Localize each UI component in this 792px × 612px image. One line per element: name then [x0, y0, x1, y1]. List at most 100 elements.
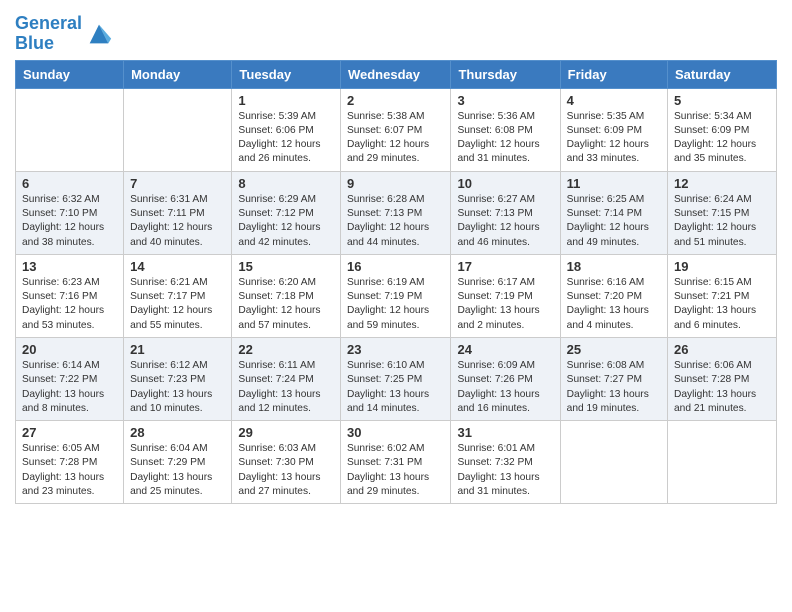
calendar-header-friday: Friday [560, 60, 667, 88]
calendar-cell: 2 Sunrise: 5:38 AM Sunset: 6:07 PM Daylig… [340, 88, 451, 171]
calendar-cell [16, 88, 124, 171]
calendar-cell: 5 Sunrise: 5:34 AM Sunset: 6:09 PM Daylig… [668, 88, 777, 171]
calendar-header-wednesday: Wednesday [340, 60, 451, 88]
day-info: Sunrise: 6:21 AM Sunset: 7:17 PM Dayligh… [130, 276, 225, 333]
day-number: 1 [238, 93, 334, 108]
day-info: Sunrise: 6:05 AM Sunset: 7:28 PM Dayligh… [22, 442, 117, 499]
day-number: 17 [457, 259, 553, 274]
day-number: 4 [567, 93, 661, 108]
day-number: 15 [238, 259, 334, 274]
calendar-cell: 30 Sunrise: 6:02 AM Sunset: 7:31 PM Dayli… [340, 421, 451, 504]
day-info: Sunrise: 5:35 AM Sunset: 6:09 PM Dayligh… [567, 110, 661, 167]
day-info: Sunrise: 6:09 AM Sunset: 7:26 PM Dayligh… [457, 359, 553, 416]
calendar-cell: 14 Sunrise: 6:21 AM Sunset: 7:17 PM Dayli… [124, 254, 232, 337]
calendar-cell: 8 Sunrise: 6:29 AM Sunset: 7:12 PM Daylig… [232, 171, 341, 254]
day-info: Sunrise: 6:23 AM Sunset: 7:16 PM Dayligh… [22, 276, 117, 333]
calendar-header-sunday: Sunday [16, 60, 124, 88]
day-info: Sunrise: 5:36 AM Sunset: 6:08 PM Dayligh… [457, 110, 553, 167]
day-info: Sunrise: 6:28 AM Sunset: 7:13 PM Dayligh… [347, 193, 445, 250]
day-number: 6 [22, 176, 117, 191]
day-number: 14 [130, 259, 225, 274]
calendar-cell: 31 Sunrise: 6:01 AM Sunset: 7:32 PM Dayli… [451, 421, 560, 504]
day-number: 30 [347, 425, 445, 440]
day-number: 12 [674, 176, 770, 191]
calendar-cell: 10Sunrise: 6:27 AM Sunset: 7:13 PM Dayli… [451, 171, 560, 254]
calendar-cell [668, 421, 777, 504]
day-number: 29 [238, 425, 334, 440]
day-info: Sunrise: 6:06 AM Sunset: 7:28 PM Dayligh… [674, 359, 770, 416]
logo: General Blue [15, 14, 113, 54]
day-info: Sunrise: 6:24 AM Sunset: 7:15 PM Dayligh… [674, 193, 770, 250]
calendar-cell: 4 Sunrise: 5:35 AM Sunset: 6:09 PM Daylig… [560, 88, 667, 171]
header: General Blue [15, 10, 777, 54]
day-info: Sunrise: 6:10 AM Sunset: 7:25 PM Dayligh… [347, 359, 445, 416]
day-number: 26 [674, 342, 770, 357]
day-number: 13 [22, 259, 117, 274]
day-info: Sunrise: 6:03 AM Sunset: 7:30 PM Dayligh… [238, 442, 334, 499]
calendar-table: SundayMondayTuesdayWednesdayThursdayFrid… [15, 60, 777, 505]
day-number: 11 [567, 176, 661, 191]
calendar-cell: 11 Sunrise: 6:25 AM Sunset: 7:14 PM Dayli… [560, 171, 667, 254]
day-info: Sunrise: 6:04 AM Sunset: 7:29 PM Dayligh… [130, 442, 225, 499]
day-info: Sunrise: 6:15 AM Sunset: 7:21 PM Dayligh… [674, 276, 770, 333]
day-number: 27 [22, 425, 117, 440]
day-info: Sunrise: 6:11 AM Sunset: 7:24 PM Dayligh… [238, 359, 334, 416]
logo-blue-text: Blue [15, 33, 54, 53]
calendar-cell: 23Sunrise: 6:10 AM Sunset: 7:25 PM Dayli… [340, 337, 451, 420]
day-info: Sunrise: 6:32 AM Sunset: 7:10 PM Dayligh… [22, 193, 117, 250]
day-number: 31 [457, 425, 553, 440]
day-info: Sunrise: 6:19 AM Sunset: 7:19 PM Dayligh… [347, 276, 445, 333]
calendar-cell: 26 Sunrise: 6:06 AM Sunset: 7:28 PM Dayli… [668, 337, 777, 420]
calendar-header-saturday: Saturday [668, 60, 777, 88]
calendar-week-4: 20 Sunrise: 6:14 AM Sunset: 7:22 PM Dayli… [16, 337, 777, 420]
logo-text: General [15, 14, 82, 34]
day-info: Sunrise: 6:14 AM Sunset: 7:22 PM Dayligh… [22, 359, 117, 416]
day-info: Sunrise: 6:16 AM Sunset: 7:20 PM Dayligh… [567, 276, 661, 333]
calendar-cell: 16 Sunrise: 6:19 AM Sunset: 7:19 PM Dayli… [340, 254, 451, 337]
day-number: 16 [347, 259, 445, 274]
calendar-cell [124, 88, 232, 171]
calendar-header-monday: Monday [124, 60, 232, 88]
calendar-cell: 24 Sunrise: 6:09 AM Sunset: 7:26 PM Dayli… [451, 337, 560, 420]
calendar-cell: 7Sunrise: 6:31 AM Sunset: 7:11 PM Daylig… [124, 171, 232, 254]
day-info: Sunrise: 6:31 AM Sunset: 7:11 PM Dayligh… [130, 193, 225, 250]
day-number: 28 [130, 425, 225, 440]
day-number: 22 [238, 342, 334, 357]
day-number: 25 [567, 342, 661, 357]
calendar-header-thursday: Thursday [451, 60, 560, 88]
day-info: Sunrise: 6:29 AM Sunset: 7:12 PM Dayligh… [238, 193, 334, 250]
day-number: 24 [457, 342, 553, 357]
calendar-header-row: SundayMondayTuesdayWednesdayThursdayFrid… [16, 60, 777, 88]
day-number: 2 [347, 93, 445, 108]
day-info: Sunrise: 6:02 AM Sunset: 7:31 PM Dayligh… [347, 442, 445, 499]
calendar-cell: 17Sunrise: 6:17 AM Sunset: 7:19 PM Dayli… [451, 254, 560, 337]
day-number: 18 [567, 259, 661, 274]
calendar-cell: 6 Sunrise: 6:32 AM Sunset: 7:10 PM Daylig… [16, 171, 124, 254]
calendar-cell: 21Sunrise: 6:12 AM Sunset: 7:23 PM Dayli… [124, 337, 232, 420]
day-number: 19 [674, 259, 770, 274]
logo-blue: Blue [15, 34, 82, 54]
day-number: 10 [457, 176, 553, 191]
day-number: 20 [22, 342, 117, 357]
calendar-cell: 18 Sunrise: 6:16 AM Sunset: 7:20 PM Dayli… [560, 254, 667, 337]
calendar-header-tuesday: Tuesday [232, 60, 341, 88]
day-number: 5 [674, 93, 770, 108]
calendar-week-1: 1 Sunrise: 5:39 AM Sunset: 6:06 PM Daylig… [16, 88, 777, 171]
day-info: Sunrise: 5:39 AM Sunset: 6:06 PM Dayligh… [238, 110, 334, 167]
day-number: 21 [130, 342, 225, 357]
day-info: Sunrise: 5:34 AM Sunset: 6:09 PM Dayligh… [674, 110, 770, 167]
day-number: 3 [457, 93, 553, 108]
page: General Blue SundayMondayTuesdayWednesda… [0, 0, 792, 519]
day-info: Sunrise: 5:38 AM Sunset: 6:07 PM Dayligh… [347, 110, 445, 167]
calendar-cell: 28 Sunrise: 6:04 AM Sunset: 7:29 PM Dayli… [124, 421, 232, 504]
day-number: 8 [238, 176, 334, 191]
calendar-cell: 3 Sunrise: 5:36 AM Sunset: 6:08 PM Daylig… [451, 88, 560, 171]
day-info: Sunrise: 6:20 AM Sunset: 7:18 PM Dayligh… [238, 276, 334, 333]
calendar-cell: 19 Sunrise: 6:15 AM Sunset: 7:21 PM Dayli… [668, 254, 777, 337]
day-info: Sunrise: 6:01 AM Sunset: 7:32 PM Dayligh… [457, 442, 553, 499]
calendar-cell: 1 Sunrise: 5:39 AM Sunset: 6:06 PM Daylig… [232, 88, 341, 171]
day-number: 9 [347, 176, 445, 191]
calendar-cell: 29 Sunrise: 6:03 AM Sunset: 7:30 PM Dayli… [232, 421, 341, 504]
calendar-cell: 12 Sunrise: 6:24 AM Sunset: 7:15 PM Dayli… [668, 171, 777, 254]
day-info: Sunrise: 6:25 AM Sunset: 7:14 PM Dayligh… [567, 193, 661, 250]
